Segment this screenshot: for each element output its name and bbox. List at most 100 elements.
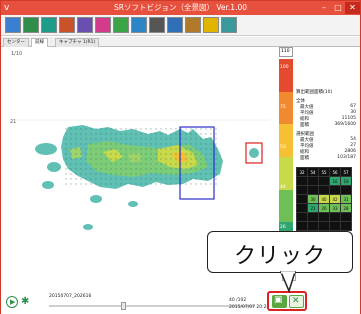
grid-dot bbox=[75, 158, 77, 160]
grid-dot bbox=[110, 158, 112, 160]
grid-dot bbox=[150, 143, 152, 145]
pen-icon[interactable] bbox=[185, 17, 201, 33]
grid-dot bbox=[85, 138, 87, 140]
grid-dot bbox=[135, 133, 137, 135]
grid-cell bbox=[296, 185, 308, 195]
grid-dot bbox=[130, 178, 132, 180]
grid-dot bbox=[145, 173, 147, 175]
image-icon[interactable] bbox=[5, 17, 21, 33]
grid-dot bbox=[95, 183, 97, 185]
grid-dot bbox=[130, 168, 132, 170]
grid-dot bbox=[185, 168, 187, 170]
grid-dot bbox=[175, 163, 177, 165]
tab-front[interactable]: 前線 bbox=[31, 38, 48, 47]
grid-dot bbox=[190, 138, 192, 140]
grid-dot bbox=[110, 133, 112, 135]
grid-dot bbox=[160, 158, 162, 160]
settings-icon[interactable] bbox=[167, 17, 183, 33]
export-csv-button[interactable]: ✕ bbox=[289, 295, 304, 308]
grid-dot bbox=[95, 168, 97, 170]
export-image-button[interactable]: ▣ bbox=[272, 295, 287, 308]
maximize-button[interactable]: □ bbox=[331, 2, 345, 14]
grid-dot bbox=[190, 148, 192, 150]
grid-dot bbox=[115, 168, 117, 170]
grid-dot bbox=[130, 173, 132, 175]
grid-dot bbox=[130, 153, 132, 155]
grid-dot bbox=[65, 168, 67, 170]
close-button[interactable]: ✕ bbox=[345, 2, 360, 14]
grid-dot bbox=[75, 168, 77, 170]
grid-dot bbox=[185, 163, 187, 165]
play-button[interactable]: ▶ bbox=[6, 296, 18, 308]
grid-cell: 16 bbox=[329, 176, 341, 186]
grid-dot bbox=[185, 138, 187, 140]
grid-dot bbox=[100, 158, 102, 160]
grid-dot bbox=[165, 128, 167, 130]
tab-capture[interactable]: キャプチャ 1(R1) bbox=[55, 38, 100, 47]
search-icon[interactable] bbox=[131, 17, 147, 33]
grid-dot bbox=[70, 133, 72, 135]
grid-dot bbox=[185, 148, 187, 150]
grid-cell bbox=[296, 176, 308, 186]
grid-dot bbox=[110, 173, 112, 175]
grid-dot bbox=[140, 128, 142, 130]
grid-dot bbox=[200, 158, 202, 160]
grid-dot bbox=[105, 138, 107, 140]
tab-center[interactable]: センター bbox=[3, 38, 29, 47]
grid-dot bbox=[125, 143, 127, 145]
grid-dot bbox=[190, 143, 192, 145]
scale-select[interactable]: 110 bbox=[279, 47, 293, 57]
grid-dot bbox=[110, 183, 112, 185]
grid-dot bbox=[165, 138, 167, 140]
grid-icon[interactable] bbox=[59, 17, 75, 33]
color-scale-label: 26 bbox=[280, 225, 286, 230]
grid-dot bbox=[115, 173, 117, 175]
color-icon[interactable] bbox=[95, 17, 111, 33]
grid-dot bbox=[80, 133, 82, 135]
grid-row bbox=[296, 185, 352, 195]
map-icon[interactable] bbox=[41, 17, 57, 33]
grid-dot bbox=[135, 143, 137, 145]
grid-dot bbox=[140, 143, 142, 145]
grid-dot bbox=[145, 183, 147, 185]
minimize-button[interactable]: – bbox=[317, 2, 331, 14]
globe-icon[interactable] bbox=[221, 17, 237, 33]
grid-dot bbox=[200, 173, 202, 175]
grid-dot bbox=[205, 168, 207, 170]
grid-dot bbox=[140, 173, 142, 175]
grid-dot bbox=[165, 168, 167, 170]
frog-icon[interactable]: ✱ bbox=[21, 296, 35, 308]
grid-header-cell: 32 bbox=[296, 167, 308, 177]
grid-dot bbox=[115, 143, 117, 145]
grid-row bbox=[296, 212, 352, 222]
grid-dot bbox=[90, 158, 92, 160]
grid-cell bbox=[329, 185, 341, 195]
grid-dot bbox=[105, 163, 107, 165]
grid-dot bbox=[150, 183, 152, 185]
grid-dot bbox=[215, 178, 217, 180]
timeline-thumb[interactable] bbox=[121, 302, 126, 310]
grid-dot bbox=[165, 153, 167, 155]
grid-dot bbox=[115, 158, 117, 160]
zoom-icon[interactable] bbox=[113, 17, 129, 33]
grid-dot bbox=[205, 143, 207, 145]
camera-icon[interactable] bbox=[149, 17, 165, 33]
grid-dot bbox=[105, 158, 107, 160]
grid-dot bbox=[145, 153, 147, 155]
grid-dot bbox=[150, 163, 152, 165]
edit-icon[interactable] bbox=[77, 17, 93, 33]
export-button-group[interactable]: ▣ ✕ bbox=[267, 291, 307, 311]
grid-dot bbox=[170, 133, 172, 135]
timeline-slider[interactable] bbox=[49, 305, 255, 307]
grid-dot bbox=[215, 168, 217, 170]
grid-dot bbox=[205, 153, 207, 155]
grid-dot bbox=[145, 163, 147, 165]
grid-dot bbox=[135, 138, 137, 140]
grid-dot bbox=[95, 158, 97, 160]
grid-dot bbox=[110, 128, 112, 130]
help-icon[interactable] bbox=[203, 17, 219, 33]
grid-dot bbox=[80, 153, 82, 155]
grid-dot bbox=[100, 138, 102, 140]
chart-icon[interactable] bbox=[23, 17, 39, 33]
grid-dot bbox=[70, 183, 72, 185]
